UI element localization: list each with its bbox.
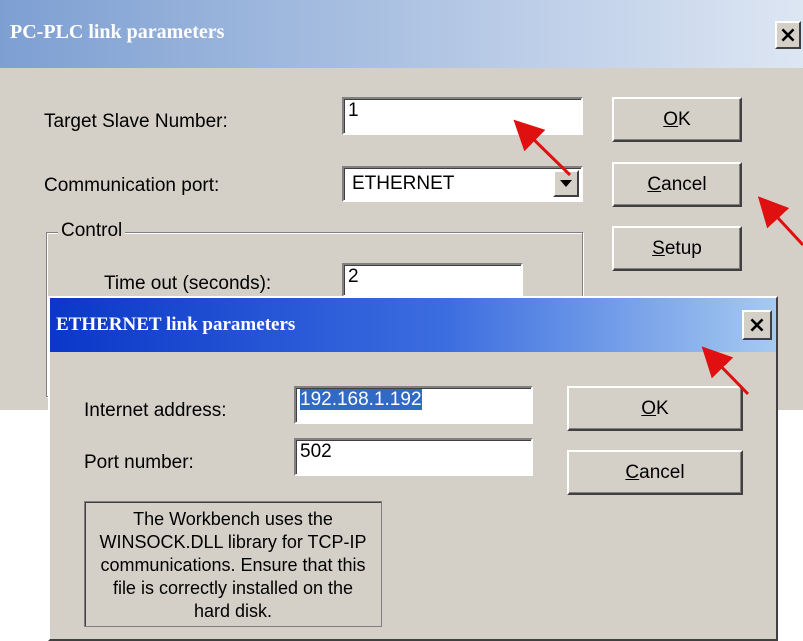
ethernet-link-dialog: ETHERNET link parameters × Internet addr… [48,296,778,641]
internet-address-input[interactable]: 192.168.1.192 [294,386,533,424]
target-slave-label: Target Slave Number: [44,111,228,132]
comm-port-dropdown-button[interactable] [553,170,579,197]
plc-dialog-title: PC-PLC link parameters [10,20,225,43]
ethernet-dialog-title: ETHERNET link parameters [56,314,296,335]
timeout-label: Time out (seconds): [104,273,272,294]
port-number-input[interactable]: 502 [294,438,533,476]
comm-port-label: Communication port: [44,175,220,196]
plc-ok-button[interactable]: OK [612,97,742,142]
ethernet-ok-button[interactable]: OK [567,386,743,431]
plc-cancel-button[interactable]: Cancel [612,162,742,207]
plc-dialog-titlebar: PC-PLC link parameters × [0,0,803,68]
plc-setup-button[interactable]: Setup [612,226,742,271]
target-slave-input[interactable]: 1 [342,97,583,135]
control-group-label: Control [58,220,126,242]
internet-address-label: Internet address: [84,400,227,421]
chevron-down-icon [560,180,572,187]
close-icon: × [747,312,767,338]
plc-dialog-close-button[interactable]: × [775,21,801,49]
ethernet-cancel-button[interactable]: Cancel [567,450,743,495]
port-number-label: Port number: [84,452,194,473]
timeout-input[interactable]: 2 [342,263,523,297]
close-icon: × [778,22,798,48]
winsock-info-box: The Workbench uses the WINSOCK.DLL libra… [84,501,382,627]
comm-port-value: ETHERNET [352,173,455,194]
ethernet-dialog-close-button[interactable]: × [742,310,772,340]
comm-port-select[interactable]: ETHERNET [342,166,583,202]
internet-address-value: 192.168.1.192 [300,389,422,410]
ethernet-dialog-titlebar: ETHERNET link parameters × [50,298,776,352]
